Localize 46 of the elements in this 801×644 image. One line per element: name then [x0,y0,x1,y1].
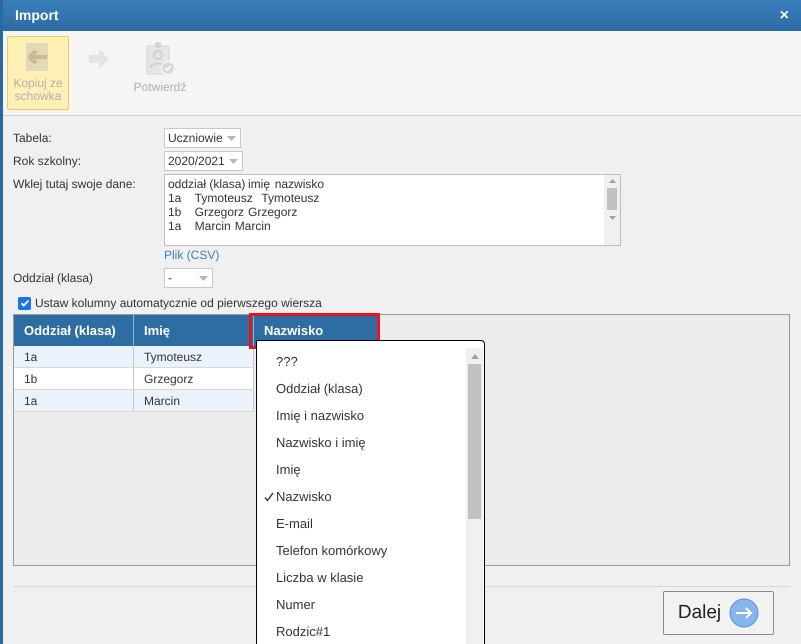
scrollbar-thumb[interactable] [468,364,481,519]
window-title: Import [15,6,59,25]
caret-icon [229,158,238,164]
menu-item[interactable]: Rodzic#1 [257,618,466,644]
table-cell: 1b [14,368,134,389]
scroll-up-icon[interactable] [470,354,478,359]
table-cell: 1a [14,346,134,367]
column-header[interactable]: Oddział (klasa) [14,315,134,346]
scroll-down-icon[interactable] [608,216,616,220]
table-cell: 1a [14,390,134,411]
menu-item[interactable]: Nazwisko i imię [257,429,466,456]
checkbox-label: Ustaw kolumny automatycznie od pierwszego wiersza [35,295,322,312]
field-label: Tabela: [13,130,53,147]
table-cell: Marcin [134,390,254,411]
menu-item[interactable]: Imię i nazwisko [257,402,466,429]
checkbox[interactable] [18,296,31,310]
menu-item[interactable]: ??? [257,348,466,375]
column-header[interactable]: Imię [134,315,254,346]
scroll-up-icon[interactable] [608,179,616,183]
field-label: Oddział (klasa) [13,270,94,287]
check-icon [264,492,274,502]
field-label: Rok szkolny: [13,153,82,170]
caret-icon [227,136,236,140]
menu-item[interactable]: Numer [257,591,466,618]
next-button[interactable]: Dalej [663,591,774,635]
scrollbar-thumb[interactable] [607,188,617,210]
menu-item[interactable]: E-mail [257,510,466,537]
table-cell: Grzegorz [134,368,254,389]
menu-item[interactable]: Telefon komórkowy [257,537,466,564]
menu-item[interactable]: Liczba w klasie [257,564,466,591]
field-label: Wklej tutaj swoje dane: [13,176,137,193]
textarea-content: oddział (klasa) imię nazwisko 1a Tymoteusz Tymoteusz 1b Grzegorz Grzegorz 1a Marcin Marcin [167,176,326,235]
menu-item[interactable]: Imię [257,456,466,483]
class-select[interactable]: - [164,268,213,288]
close-button[interactable]: × [780,8,789,24]
menu-item[interactable]: Nazwisko [257,483,466,510]
caret-icon [199,276,208,280]
paste-textarea[interactable]: oddział (klasa) imię nazwisko 1a Tymoteusz Tymoteusz 1b Grzegorz Grzegorz 1a Marcin Marcin [164,174,621,246]
year-select[interactable]: 2020/2021 [164,151,243,171]
paste-icon [25,42,51,72]
csv-file-link[interactable]: Plik (CSV) [164,247,791,263]
table-select[interactable]: Uczniowie [164,128,241,148]
arrow-circle-icon [729,598,760,628]
clipboard-person-icon [145,42,175,76]
menu-item[interactable]: Oddział (klasa) [257,375,466,402]
table-cell: Tymoteusz [134,346,254,367]
